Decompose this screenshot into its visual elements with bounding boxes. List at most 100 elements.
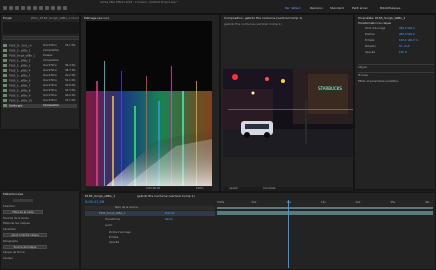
layer-mode[interactable]: Normal [165,212,174,215]
project-item-name: P165_S...sRBo_9 [9,94,31,98]
transform-field-value[interactable]: 100 % [399,51,407,54]
ruler-tick-label: 30s [425,201,430,204]
timeline-timecode[interactable]: 0;00;11;26 [85,200,104,204]
project-item-name: P165_S...sRBo_1 [9,49,31,53]
project-item-name: Solide gris [9,104,23,108]
project-item-type: QuickTime [43,74,57,77]
project-item[interactable]: P165_S...sRBo_6 QuickTime 52,1 Mo [3,79,77,83]
tracker-label[interactable]: Tranche de la suivie [3,217,29,220]
viewer-zoom[interactable]: 100% [196,187,203,190]
project-item-name: P165_S...sRBo_4 [9,69,31,73]
search-input[interactable] [3,36,79,40]
starbucks-sign: STARBUCKS [318,86,342,91]
comp-resolution[interactable]: Complète [263,187,276,190]
project-item[interactable]: P165_S...sRBo_4 QuickTime 38,7 Mo [3,69,77,73]
layer-property[interactable]: Points d'ancrage [109,231,131,234]
project-item[interactable]: P165_S...sRBo_10 QuickTime 31,5 Mo [3,99,77,103]
hand-tool-icon[interactable] [15,6,19,10]
project-item[interactable]: P165_S...sRBo_7 QuickTime 29,8 Mo [3,84,77,88]
timeline-layer-row[interactable]: P165_Sorgh_sRBo_1 Normal [85,211,215,216]
brush-tool-icon[interactable] [63,6,67,10]
work-area-bar[interactable] [217,207,433,209]
source-layer-dropdown[interactable]: Source de Calque [3,245,47,249]
project-item-name: P165_S...sRBo_10 [9,99,33,103]
workspace-review[interactable]: Révision [310,6,323,10]
selection-tool-icon[interactable] [9,6,13,10]
layer-transform-heading: Transformation du calque [358,22,392,25]
comp-viewer-controls: Ajuster Complète [223,187,353,191]
transport-controls[interactable] [13,199,33,202]
layer-mode[interactable]: Réinit. [165,218,173,221]
shape-layer-label[interactable]: Calque de forme [3,251,25,254]
layer-name: P165_Sorgh_sRBo_1 [99,212,126,215]
search-label[interactable]: Chercher [3,205,15,208]
camera-tool-icon[interactable] [33,6,37,10]
project-item-type: QuickTime [43,79,57,82]
footage-icon [3,69,7,72]
search-dropdown[interactable]: Filtre de la carte [3,210,43,214]
tab-composition[interactable]: Composition: gabrilo fire nocturne (vert… [224,16,302,20]
timeline-layer-row[interactable]: Audio [85,223,215,228]
pan-behind-tool-icon[interactable] [39,6,43,10]
project-item[interactable]: P165_Sl...Vol1_ch QuickTime 33,1 Mo [3,44,77,48]
layer-property[interactable]: Opacité [109,241,119,244]
tab-layer-viewer[interactable]: Métrage (aucun) [84,16,109,20]
timeline-tab-1[interactable]: P165_Sorgh_sRBo_1 [85,194,115,198]
timeline-tab-2[interactable]: gabrilo fire nocturne (vertical Comp 1) [137,194,195,198]
project-preview-label: [Mon_P165_Sorgh_sRBo_1.mov] [31,16,79,20]
project-item-list: P165_Sl...Vol1_ch QuickTime 33,1 Mo P165_S.… [1,42,81,130]
project-item[interactable]: P165_S...sRBo_5 QuickTime 41,2 Mo [3,74,77,78]
workspace-libraries[interactable]: Bibliothèques [380,6,400,10]
footage-icon [3,94,7,97]
tab-project[interactable]: Projet [3,16,12,20]
transform-field-label: Échelle [365,39,375,42]
project-item[interactable]: P165_S...sRBo_1 Composition [3,49,77,53]
track-layers-label[interactable]: Détourer les calques [3,222,30,225]
transform-field-value[interactable]: 960,0 540,0 [399,33,415,36]
layer-list: P165_Sorgh_sRBo_1 Normal Transformer Réinit… [85,211,215,251]
effects-presets-label[interactable]: Effets et paramètres prédéfinis [358,80,398,83]
workspace-default[interactable]: Par défaut [285,6,300,10]
align-label[interactable]: Aligner [358,66,367,69]
tab-properties[interactable]: Propriétés: P165_Sorgh_sRBo_1 [358,16,405,20]
project-item[interactable]: P165_Sorgh_sRBo_1 Dossier [3,54,77,58]
project-item[interactable]: Solide gris Composition [3,104,77,108]
character-label[interactable]: Caractère [3,228,16,231]
paragraph-label[interactable]: Paragraphe [3,240,18,243]
workspace-standard[interactable]: Standard [330,6,344,10]
tab-metadata[interactable]: Métadonnées [3,192,23,196]
project-item[interactable]: P165_S...sRBo_2 Composition [3,59,77,63]
text-tool-icon[interactable] [57,6,61,10]
comp-zoom[interactable]: Ajuster [229,187,238,190]
brush-label[interactable]: Pinceau [358,74,368,77]
rotate-tool-icon[interactable] [27,6,31,10]
color-label[interactable]: Couleur [3,257,13,260]
project-item[interactable]: P165_S...sRBo_9 QuickTime 44,0 Mo [3,94,77,98]
timeline-layer-row[interactable]: Transformer Réinit. [85,217,215,222]
divider [358,72,434,73]
footage-frame[interactable] [86,21,212,186]
project-item-size: 44,0 Mo [65,94,76,97]
shape-tool-icon[interactable] [45,6,49,10]
composition-frame[interactable]: STARBUCKS [223,69,353,157]
composition-subtab[interactable]: gabrilo fire nocturne (vertical Comp 1) [224,22,282,26]
project-item-name: P165_S...sRBo_5 [9,74,31,78]
layer-control-dropdown[interactable]: Ajout contrôle calque [3,233,47,237]
transform-field-value[interactable]: 960,0 540,0 [399,27,415,30]
time-ruler[interactable]: 0:00s05s10s15s20s25s30s [217,200,433,206]
pen-tool-icon[interactable] [51,6,55,10]
home-icon[interactable] [3,6,7,10]
ruler-tick-label: 0:00s [217,201,225,204]
workspace-small-screen[interactable]: Petit écran [352,6,368,10]
transform-field-value[interactable]: 0x +0,0° [399,45,411,48]
project-item[interactable]: P165_S...sRBo_8 QuickTime 33,3 Mo [3,89,77,93]
composition-viewer-panel: Composition: gabrilo fire nocturne (vert… [220,14,354,192]
properties-panel: Propriétés: P165_Sorgh_sRBo_1 Transforma… [354,14,436,190]
layer-property[interactable]: Échelle [109,236,118,239]
project-item[interactable]: P165_S...sRBo_3 QuickTime 36,4 Mo [3,64,77,68]
zoom-tool-icon[interactable] [21,6,25,10]
playhead[interactable] [288,200,290,268]
transform-field-value[interactable]: 100,0 100,0 % [399,39,418,42]
layer-duration-bar[interactable] [217,211,433,215]
project-item-size: 33,3 Mo [65,89,76,92]
